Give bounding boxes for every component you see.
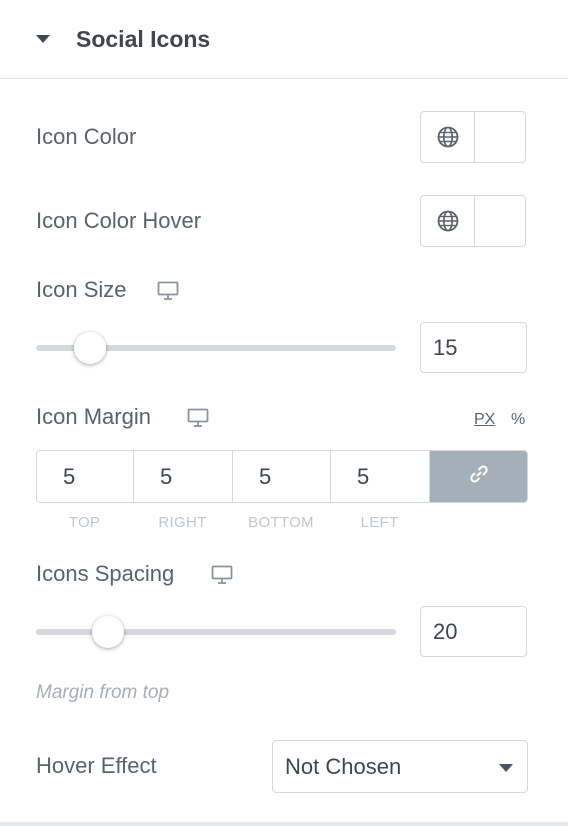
icon-size-slider-handle[interactable] (74, 332, 106, 364)
desktop-icon[interactable] (211, 565, 233, 585)
icon-color-hover-label: Icon Color Hover (36, 208, 202, 233)
social-icons-panel: Social Icons Icon Color Icon Color Hover (0, 0, 568, 826)
link-icon (468, 463, 490, 490)
color-swatch[interactable] (475, 196, 525, 246)
section-header[interactable]: Social Icons (0, 0, 568, 79)
icon-margin-label: Icon Margin (36, 404, 151, 429)
chevron-down-icon (499, 764, 513, 772)
desktop-icon[interactable] (187, 408, 209, 428)
margin-top-label: TOP (68, 514, 101, 531)
icon-size-input[interactable] (420, 322, 527, 373)
globe-icon[interactable] (421, 112, 475, 162)
icons-spacing-help-text: Margin from top (36, 682, 170, 703)
margin-bottom-label: BOTTOM (248, 514, 314, 531)
icon-size-label: Icon Size (36, 277, 127, 302)
hover-effect-select[interactable]: Not Chosen (272, 740, 528, 793)
caret-down-icon (36, 35, 50, 43)
unit-px[interactable]: PX (474, 411, 495, 429)
margin-right-input[interactable] (134, 451, 233, 502)
margin-top-input[interactable] (37, 451, 134, 502)
hover-effect-label: Hover Effect (36, 753, 157, 778)
link-values-button[interactable] (430, 451, 527, 502)
desktop-icon[interactable] (157, 281, 179, 301)
margin-left-label: LEFT (360, 514, 399, 531)
icons-spacing-label: Icons Spacing (36, 561, 175, 586)
margin-left-input[interactable] (331, 451, 430, 502)
unit-percent[interactable]: % (511, 411, 525, 429)
icon-margin-dimensions (36, 450, 528, 503)
icon-color-label: Icon Color (36, 124, 137, 149)
icons-spacing-slider[interactable] (36, 629, 396, 635)
icons-spacing-slider-handle[interactable] (92, 616, 124, 648)
margin-bottom-input[interactable] (233, 451, 331, 502)
bottom-divider (0, 822, 568, 826)
icon-color-hover-picker[interactable] (420, 195, 526, 247)
section-title: Social Icons (76, 26, 211, 52)
icons-spacing-input[interactable] (420, 606, 527, 657)
color-swatch[interactable] (475, 112, 525, 162)
margin-right-label: RIGHT (158, 514, 207, 531)
icon-color-picker[interactable] (420, 111, 526, 163)
hover-effect-selected-value: Not Chosen (285, 754, 402, 779)
globe-icon[interactable] (421, 196, 475, 246)
